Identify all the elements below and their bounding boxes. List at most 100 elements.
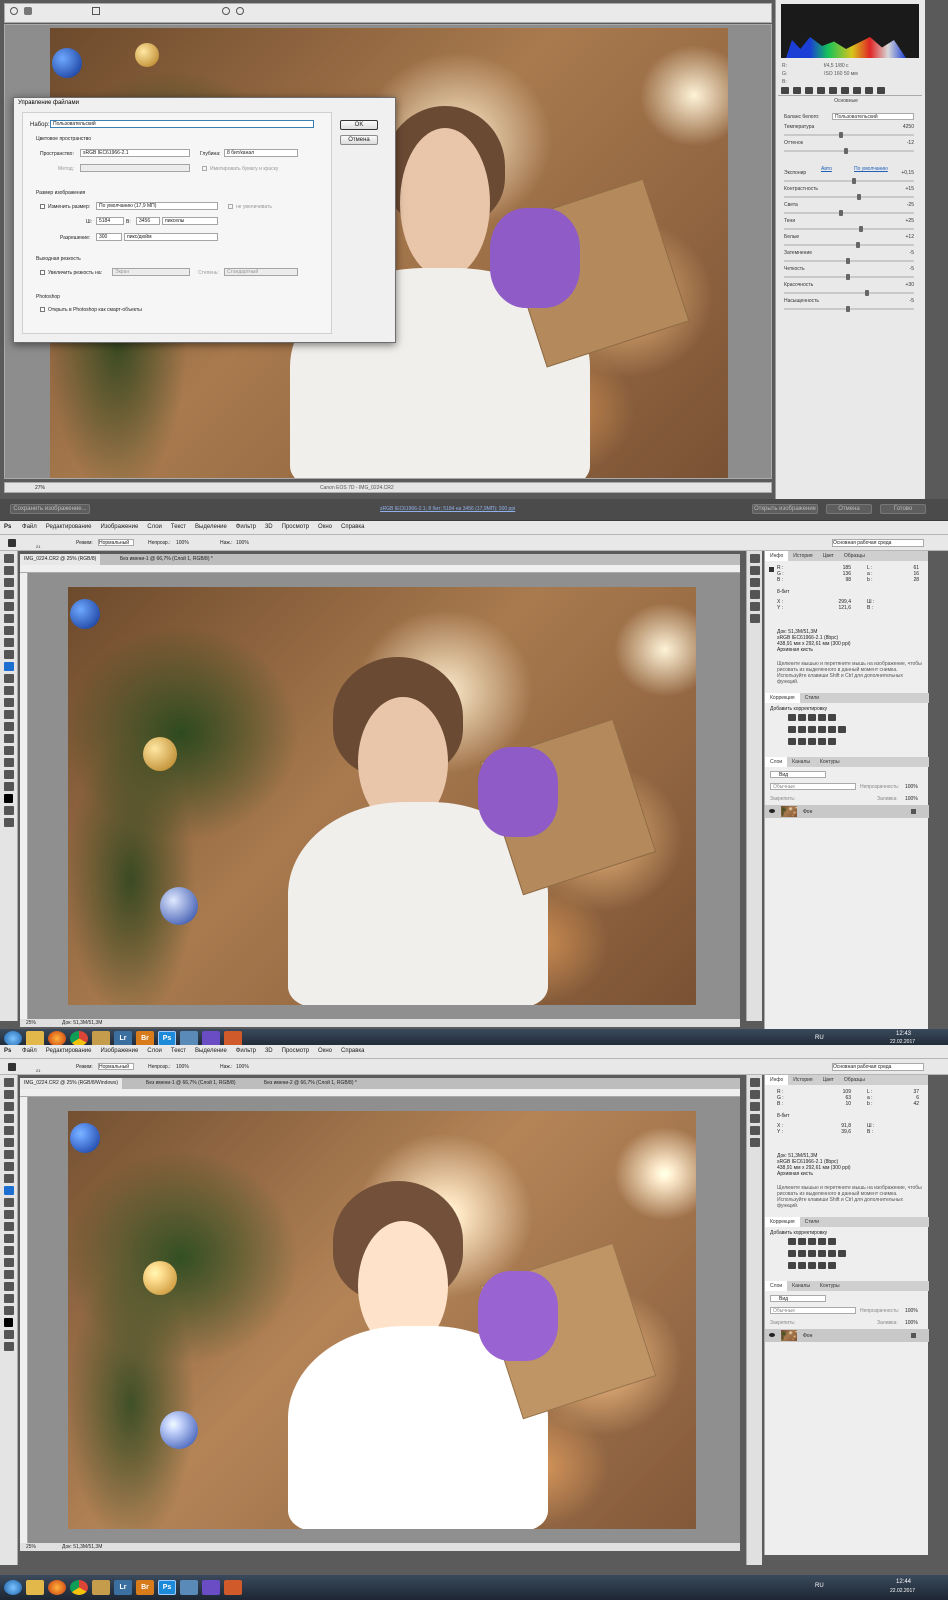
- slider-track[interactable]: [784, 132, 914, 138]
- info-panel-tabs[interactable]: Инфо История Цвет Образцы: [765, 551, 928, 561]
- marquee-tool-icon[interactable]: [3, 1090, 14, 1099]
- app-icon[interactable]: [92, 1031, 110, 1046]
- layer-row[interactable]: Фон: [765, 1329, 929, 1342]
- adjust-panel-tabs[interactable]: Коррекция Стили: [765, 693, 929, 703]
- slider-value[interactable]: -5: [910, 250, 914, 256]
- healing-icon[interactable]: [3, 1150, 14, 1159]
- crop-tool-icon[interactable]: [92, 7, 100, 15]
- split-tab-icon[interactable]: [829, 87, 837, 94]
- visibility-eye-icon[interactable]: [769, 1333, 775, 1337]
- chrome-icon[interactable]: [70, 1031, 88, 1046]
- camera-tab-icon[interactable]: [865, 87, 873, 94]
- marquee-tool-icon[interactable]: [3, 566, 14, 575]
- slider-value[interactable]: -25: [907, 202, 914, 208]
- slider-track[interactable]: [784, 290, 914, 296]
- media-icon[interactable]: [224, 1031, 242, 1046]
- actions-panel-icon[interactable]: [749, 1138, 760, 1147]
- tab-layers[interactable]: Слои: [765, 757, 788, 767]
- slider-thumb[interactable]: [846, 274, 851, 280]
- media-icon[interactable]: [224, 1580, 242, 1595]
- blur-icon[interactable]: [3, 698, 14, 707]
- doc-tab[interactable]: Без имени-1 @ 66,7% (Слой 1, RGB/8) *: [116, 554, 217, 565]
- tab-history[interactable]: История: [788, 1075, 817, 1085]
- menu-item[interactable]: Выделение: [195, 1048, 227, 1054]
- brush-icon[interactable]: [3, 638, 14, 647]
- preset-field[interactable]: Пользовательский: [50, 120, 314, 128]
- amount-select[interactable]: Стандартный: [224, 268, 298, 276]
- slider-thumb[interactable]: [856, 194, 861, 200]
- type-icon[interactable]: [3, 734, 14, 743]
- gradient-icon[interactable]: [3, 686, 14, 695]
- menu-item[interactable]: 3D: [265, 524, 273, 530]
- tab-paths[interactable]: Контуры: [815, 757, 845, 767]
- tab-styles[interactable]: Стили: [800, 693, 824, 703]
- history-panel-icon[interactable]: [749, 554, 760, 563]
- tab-paths[interactable]: Контуры: [815, 1281, 845, 1291]
- fx-tab-icon[interactable]: [853, 87, 861, 94]
- slider-thumb[interactable]: [846, 306, 851, 312]
- detail-tab-icon[interactable]: [805, 87, 813, 94]
- curve-tab-icon[interactable]: [793, 87, 801, 94]
- brush-tool-icon[interactable]: [8, 1063, 16, 1071]
- lasso-tool-icon[interactable]: [3, 578, 14, 587]
- brush-panel-icon[interactable]: [749, 1090, 760, 1099]
- doc-tab-active[interactable]: IMG_0224.CR2 @ 25% (RGB/8/Windows): [20, 1078, 122, 1089]
- canvas-photo[interactable]: [68, 587, 696, 1005]
- hsl-tab-icon[interactable]: [817, 87, 825, 94]
- slider-thumb[interactable]: [838, 132, 843, 138]
- stamp-icon[interactable]: [3, 650, 14, 659]
- menu-item[interactable]: Файл: [22, 524, 37, 530]
- brush-size[interactable]: 21: [36, 1068, 40, 1073]
- adjust-icons[interactable]: [787, 713, 887, 749]
- pen-icon[interactable]: [3, 722, 14, 731]
- quick-select-icon[interactable]: [3, 590, 14, 599]
- opacity-value[interactable]: 100%: [176, 540, 189, 546]
- move-tool-icon[interactable]: [3, 554, 14, 563]
- panel-tabs-icons[interactable]: [778, 86, 922, 96]
- menu-item[interactable]: Текст: [171, 524, 186, 530]
- tab-swatches[interactable]: Образцы: [839, 551, 870, 561]
- stamp-icon[interactable]: [3, 1174, 14, 1183]
- tab-layers[interactable]: Слои: [765, 1281, 788, 1291]
- slider-track[interactable]: [784, 274, 914, 280]
- default-link[interactable]: По умолчанию: [854, 166, 888, 172]
- shape-icon[interactable]: [3, 758, 14, 767]
- menu-item[interactable]: Просмотр: [282, 524, 309, 530]
- type-icon[interactable]: [3, 1258, 14, 1267]
- hand-tool-icon[interactable]: [24, 7, 32, 15]
- crop-tool-icon[interactable]: [3, 602, 14, 611]
- eyedropper-icon[interactable]: [3, 1138, 14, 1147]
- tab-channels[interactable]: Каналы: [787, 1281, 815, 1291]
- crop-tool-icon[interactable]: [3, 1126, 14, 1135]
- slider-thumb[interactable]: [859, 226, 864, 232]
- visibility-eye-icon[interactable]: [769, 809, 775, 813]
- layers-panel-tabs[interactable]: Слои Каналы Контуры: [765, 1281, 929, 1291]
- smart-checkbox[interactable]: [40, 307, 45, 312]
- tab-color[interactable]: Цвет: [818, 551, 839, 561]
- clock-time[interactable]: 12:43: [896, 1031, 911, 1037]
- workspace-select[interactable]: Основная рабочая среда: [832, 539, 924, 547]
- space-select[interactable]: sRGB IEC61966-2.1: [80, 149, 190, 157]
- tab-adjustments[interactable]: Коррекция: [765, 1217, 800, 1227]
- brush-size[interactable]: 21: [36, 544, 40, 549]
- eraser-icon[interactable]: [3, 1198, 14, 1207]
- slider-value[interactable]: -5: [910, 298, 914, 304]
- resize-checkbox[interactable]: [40, 204, 45, 209]
- tab-info[interactable]: Инфо: [765, 1075, 789, 1085]
- menu-items[interactable]: Файл Редактирование Изображение Слои Текст Вы…: [22, 1048, 374, 1054]
- quickmask-icon[interactable]: [3, 806, 14, 815]
- tab-history[interactable]: История: [788, 551, 817, 561]
- slider-value[interactable]: 4250: [903, 124, 914, 130]
- mode-select[interactable]: Нормальный: [98, 539, 134, 546]
- method-select[interactable]: [80, 164, 190, 172]
- dialog-cancel-button[interactable]: Отмена: [340, 135, 378, 145]
- workspace-select[interactable]: Основная рабочая среда: [832, 1063, 924, 1071]
- slider-track[interactable]: [784, 148, 914, 154]
- menu-item[interactable]: Окно: [318, 1048, 332, 1054]
- h-field[interactable]: 3456: [136, 217, 160, 225]
- kind-filter[interactable]: Вид: [770, 1295, 826, 1302]
- firefox-icon[interactable]: [48, 1580, 66, 1595]
- layer-row[interactable]: Фон: [765, 805, 929, 818]
- history-brush-icon[interactable]: [3, 1186, 14, 1195]
- layer-opacity-value[interactable]: 100%: [905, 1308, 918, 1314]
